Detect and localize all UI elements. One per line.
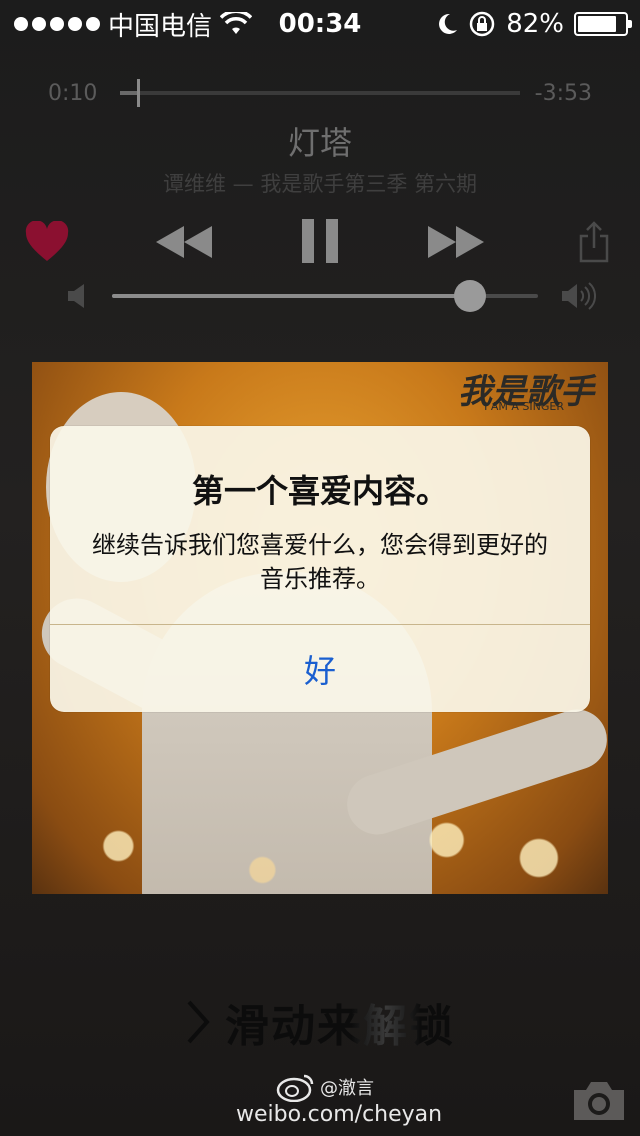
- status-right: 82%: [436, 9, 632, 39]
- volume-low-icon: [68, 284, 84, 308]
- battery-percent: 82%: [506, 9, 564, 39]
- progress-scrubber[interactable]: [120, 79, 520, 107]
- elapsed-time: 0:10: [48, 80, 98, 106]
- status-bar: 中国电信 00:34 82%: [0, 0, 640, 48]
- wifi-icon: [220, 12, 253, 34]
- volume-slider[interactable]: [112, 280, 538, 312]
- unlock-label: 滑动来解锁: [225, 990, 455, 1054]
- remaining-time: -3:53: [534, 80, 592, 106]
- status-left: 中国电信: [14, 6, 253, 43]
- artwork-stage-lights: [32, 774, 608, 894]
- slide-to-unlock[interactable]: 滑动来解锁: [0, 990, 640, 1054]
- progress-played: [120, 91, 138, 95]
- rotation-lock-icon: [469, 11, 495, 37]
- alert-message: 继续告诉我们您喜爱什么，您会得到更好的音乐推荐。: [92, 531, 548, 593]
- alert-body: 第一个喜爱内容。 继续告诉我们您喜爱什么，您会得到更好的音乐推荐。: [50, 426, 590, 624]
- watermark: @澈言 weibo.com/cheyan: [236, 1074, 443, 1127]
- carrier-label: 中国电信: [108, 11, 213, 42]
- camera-icon: [574, 1082, 624, 1120]
- like-button[interactable]: [22, 218, 72, 266]
- playback-progress: 0:10 -3:53: [48, 76, 592, 110]
- fast-forward-button[interactable]: [424, 218, 488, 266]
- weibo-icon: [276, 1074, 314, 1102]
- pause-icon: [302, 219, 338, 263]
- volume-knob[interactable]: [453, 280, 486, 312]
- battery-fill: [578, 16, 616, 32]
- rewind-icon: [156, 226, 212, 258]
- share-icon: [579, 221, 609, 263]
- alert-dialog: 第一个喜爱内容。 继续告诉我们您喜爱什么，您会得到更好的音乐推荐。 好: [50, 426, 590, 712]
- progress-handle[interactable]: [137, 79, 141, 107]
- alert-title: 第一个喜爱内容。: [191, 472, 448, 510]
- volume-fill: [112, 294, 470, 298]
- share-button[interactable]: [574, 216, 614, 268]
- song-title: 灯塔: [287, 124, 352, 162]
- song-artist-album: 谭维维 — 我是歌手第三季 第六期: [162, 172, 478, 196]
- pause-button[interactable]: [296, 214, 344, 268]
- transport-controls: [0, 210, 640, 274]
- artwork-show-logo-sub: I AM A SINGER: [484, 400, 564, 413]
- rewind-button[interactable]: [152, 218, 216, 266]
- camera-button[interactable]: [570, 1078, 628, 1124]
- fast-forward-icon: [428, 226, 484, 258]
- volume-high-icon: [562, 282, 596, 310]
- battery-icon: [574, 12, 632, 36]
- heart-icon: [25, 221, 69, 261]
- watermark-handle: @澈言: [320, 1078, 374, 1099]
- watermark-url: weibo.com/cheyan: [236, 1102, 443, 1127]
- chevron-right-icon: [187, 1000, 210, 1044]
- alert-ok-button[interactable]: 好: [50, 625, 590, 712]
- volume-control: [64, 278, 596, 314]
- signal-dots-icon: [14, 17, 100, 31]
- moon-icon: [439, 13, 458, 34]
